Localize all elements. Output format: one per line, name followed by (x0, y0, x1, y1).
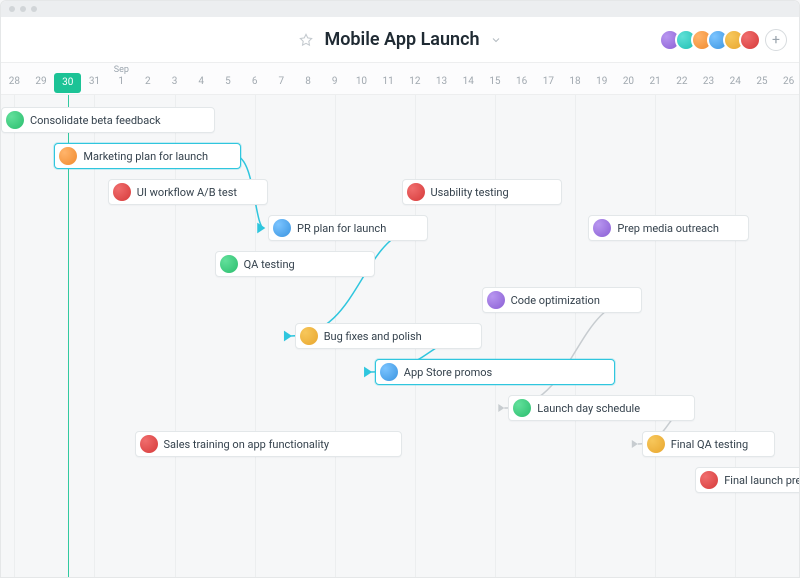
task-label: App Store promos (404, 366, 492, 379)
task-label: Launch day schedule (537, 402, 640, 415)
assignee-avatar[interactable] (273, 219, 291, 237)
day[interactable]: 10 (348, 76, 375, 87)
day[interactable]: 14 (455, 76, 482, 87)
star-icon[interactable] (298, 32, 314, 48)
window-dot (31, 6, 37, 12)
assignee-avatar[interactable] (380, 363, 398, 381)
day[interactable]: 9 (321, 76, 348, 87)
day[interactable]: 8 (295, 76, 322, 87)
task-card[interactable]: Final launch prep (695, 467, 799, 493)
window-dot (9, 6, 15, 12)
month-label: Sep (114, 65, 129, 75)
task-card[interactable]: Marketing plan for launch (54, 143, 241, 169)
task-card[interactable]: Code optimization (482, 287, 642, 313)
task-card[interactable]: Consolidate beta feedback (1, 107, 215, 133)
task-label: QA testing (244, 258, 295, 271)
project-title-group[interactable]: Mobile App Launch (298, 29, 501, 50)
task-card[interactable]: Prep media outreach (588, 215, 748, 241)
assignee-avatar[interactable] (513, 399, 531, 417)
project-members: + (659, 29, 787, 51)
window-dot (20, 6, 26, 12)
day[interactable]: 18 (562, 76, 589, 87)
day[interactable]: 4 (188, 76, 215, 87)
day[interactable]: 23 (695, 76, 722, 87)
day[interactable]: 3 (161, 76, 188, 87)
task-card[interactable]: UI workflow A/B test (108, 179, 268, 205)
day[interactable]: 2 (135, 76, 162, 87)
day[interactable]: 25 (749, 76, 776, 87)
app-window: Mobile App Launch + Sep 2829303112345678… (0, 0, 800, 578)
timeline-board[interactable]: Consolidate beta feedback Marketing plan … (1, 95, 799, 577)
day[interactable]: 24 (722, 76, 749, 87)
day[interactable]: 15 (482, 76, 509, 87)
day[interactable]: 20 (615, 76, 642, 87)
add-member-button[interactable]: + (765, 29, 787, 51)
timeline-days: 2829303112345678910111213141516171819202… (1, 76, 799, 90)
task-label: Bug fixes and polish (324, 330, 422, 343)
day[interactable]: 7 (268, 76, 295, 87)
day[interactable]: 26 (775, 76, 800, 87)
day[interactable]: 1 (108, 76, 135, 87)
day[interactable]: 22 (669, 76, 696, 87)
task-label: Sales training on app functionality (164, 438, 330, 451)
day-today[interactable]: 30 (54, 73, 81, 93)
assignee-avatar[interactable] (407, 183, 425, 201)
task-label: Code optimization (511, 294, 600, 307)
task-label: UI workflow A/B test (137, 186, 237, 199)
task-card[interactable]: App Store promos (375, 359, 615, 385)
task-label: Final launch prep (724, 474, 799, 487)
day[interactable]: 17 (535, 76, 562, 87)
day[interactable]: 29 (28, 76, 55, 87)
member-avatar[interactable] (739, 29, 761, 51)
task-label: Prep media outreach (617, 222, 719, 235)
assignee-avatar[interactable] (647, 435, 665, 453)
timeline-ruler[interactable]: Sep 282930311234567891011121314151617181… (1, 63, 799, 95)
assignee-avatar[interactable] (300, 327, 318, 345)
day[interactable]: 28 (1, 76, 28, 87)
day[interactable]: 21 (642, 76, 669, 87)
task-card[interactable]: Launch day schedule (508, 395, 695, 421)
day[interactable]: 13 (428, 76, 455, 87)
task-label: Usability testing (431, 186, 509, 199)
task-label: Consolidate beta feedback (30, 114, 161, 127)
day[interactable]: 11 (375, 76, 402, 87)
day[interactable]: 19 (588, 76, 615, 87)
assignee-avatar[interactable] (593, 219, 611, 237)
assignee-avatar[interactable] (220, 255, 238, 273)
day[interactable]: 16 (508, 76, 535, 87)
project-header: Mobile App Launch + (1, 17, 799, 63)
assignee-avatar[interactable] (700, 471, 718, 489)
task-card[interactable]: QA testing (215, 251, 375, 277)
task-card[interactable]: Bug fixes and polish (295, 323, 482, 349)
day[interactable]: 31 (81, 76, 108, 87)
task-label: PR plan for launch (297, 222, 386, 235)
assignee-avatar[interactable] (113, 183, 131, 201)
day[interactable]: 12 (402, 76, 429, 87)
project-title: Mobile App Launch (324, 29, 479, 50)
day[interactable]: 6 (241, 76, 268, 87)
task-label: Marketing plan for launch (83, 150, 208, 163)
task-card[interactable]: Final QA testing (642, 431, 776, 457)
task-card[interactable]: PR plan for launch (268, 215, 428, 241)
assignee-avatar[interactable] (6, 111, 24, 129)
assignee-avatar[interactable] (59, 147, 77, 165)
assignee-avatar[interactable] (140, 435, 158, 453)
task-card[interactable]: Usability testing (402, 179, 562, 205)
assignee-avatar[interactable] (487, 291, 505, 309)
task-card[interactable]: Sales training on app functionality (135, 431, 402, 457)
day[interactable]: 5 (215, 76, 242, 87)
chevron-down-icon[interactable] (490, 34, 502, 46)
window-chrome (1, 1, 799, 17)
task-label: Final QA testing (671, 438, 748, 451)
